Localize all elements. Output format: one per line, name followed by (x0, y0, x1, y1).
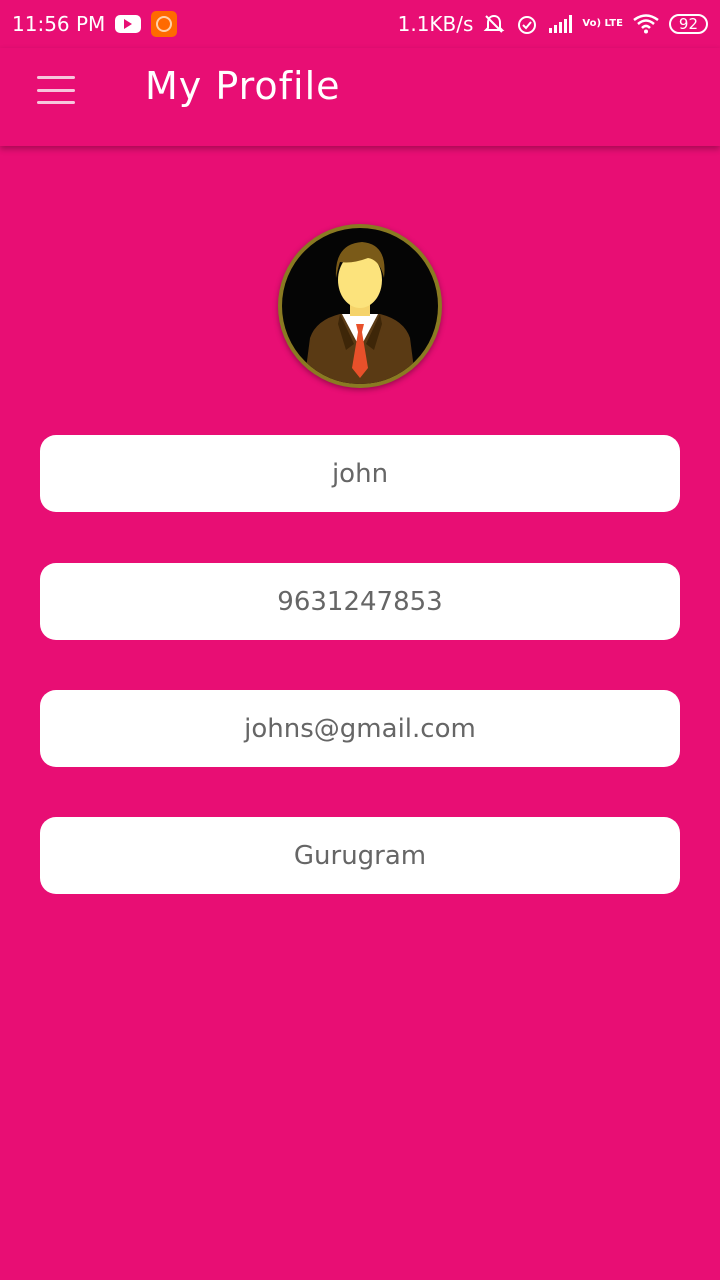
page-title: My Profile (145, 64, 341, 108)
app-notification-icon (151, 11, 178, 37)
app-bar: My Profile (0, 48, 720, 146)
youtube-icon (115, 15, 142, 33)
signal-icon (549, 15, 573, 33)
phone-field[interactable]: 9631247853 (40, 563, 680, 640)
alarm-icon (518, 16, 537, 34)
volte-icon: Vo) LTE (582, 18, 623, 29)
status-right: 1.1KB/s Vo) LTE 92 (398, 12, 708, 36)
profile-avatar (278, 224, 442, 388)
email-field[interactable]: johns@gmail.com (40, 690, 680, 767)
status-left: 11:56 PM (12, 11, 178, 37)
name-field[interactable]: john (40, 435, 680, 512)
wifi-icon (633, 14, 659, 34)
bell-muted-icon (484, 14, 505, 33)
status-time: 11:56 PM (12, 12, 106, 36)
status-bar: 11:56 PM 1.1KB/s Vo) LTE 92 (0, 0, 720, 48)
net-speed: 1.1KB/s (397, 12, 474, 36)
city-field[interactable]: Gurugram (40, 817, 680, 894)
hamburger-menu-icon[interactable] (37, 76, 75, 104)
businessman-avatar-icon (282, 228, 438, 384)
battery-indicator: 92 (668, 14, 708, 34)
